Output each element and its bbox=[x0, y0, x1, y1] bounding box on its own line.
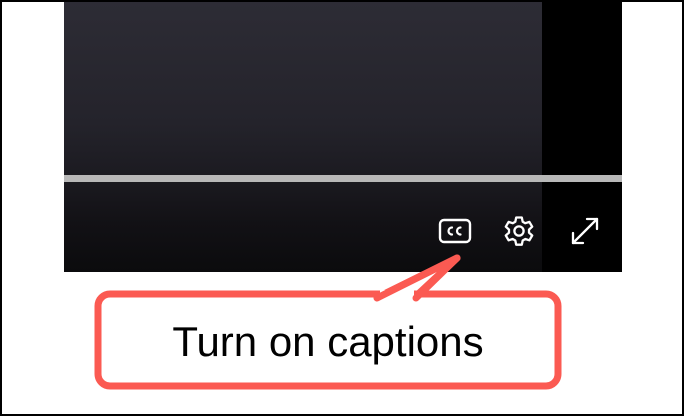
screenshot-frame: Turn on captions bbox=[0, 0, 684, 416]
callout-pointer-edge bbox=[373, 254, 461, 302]
